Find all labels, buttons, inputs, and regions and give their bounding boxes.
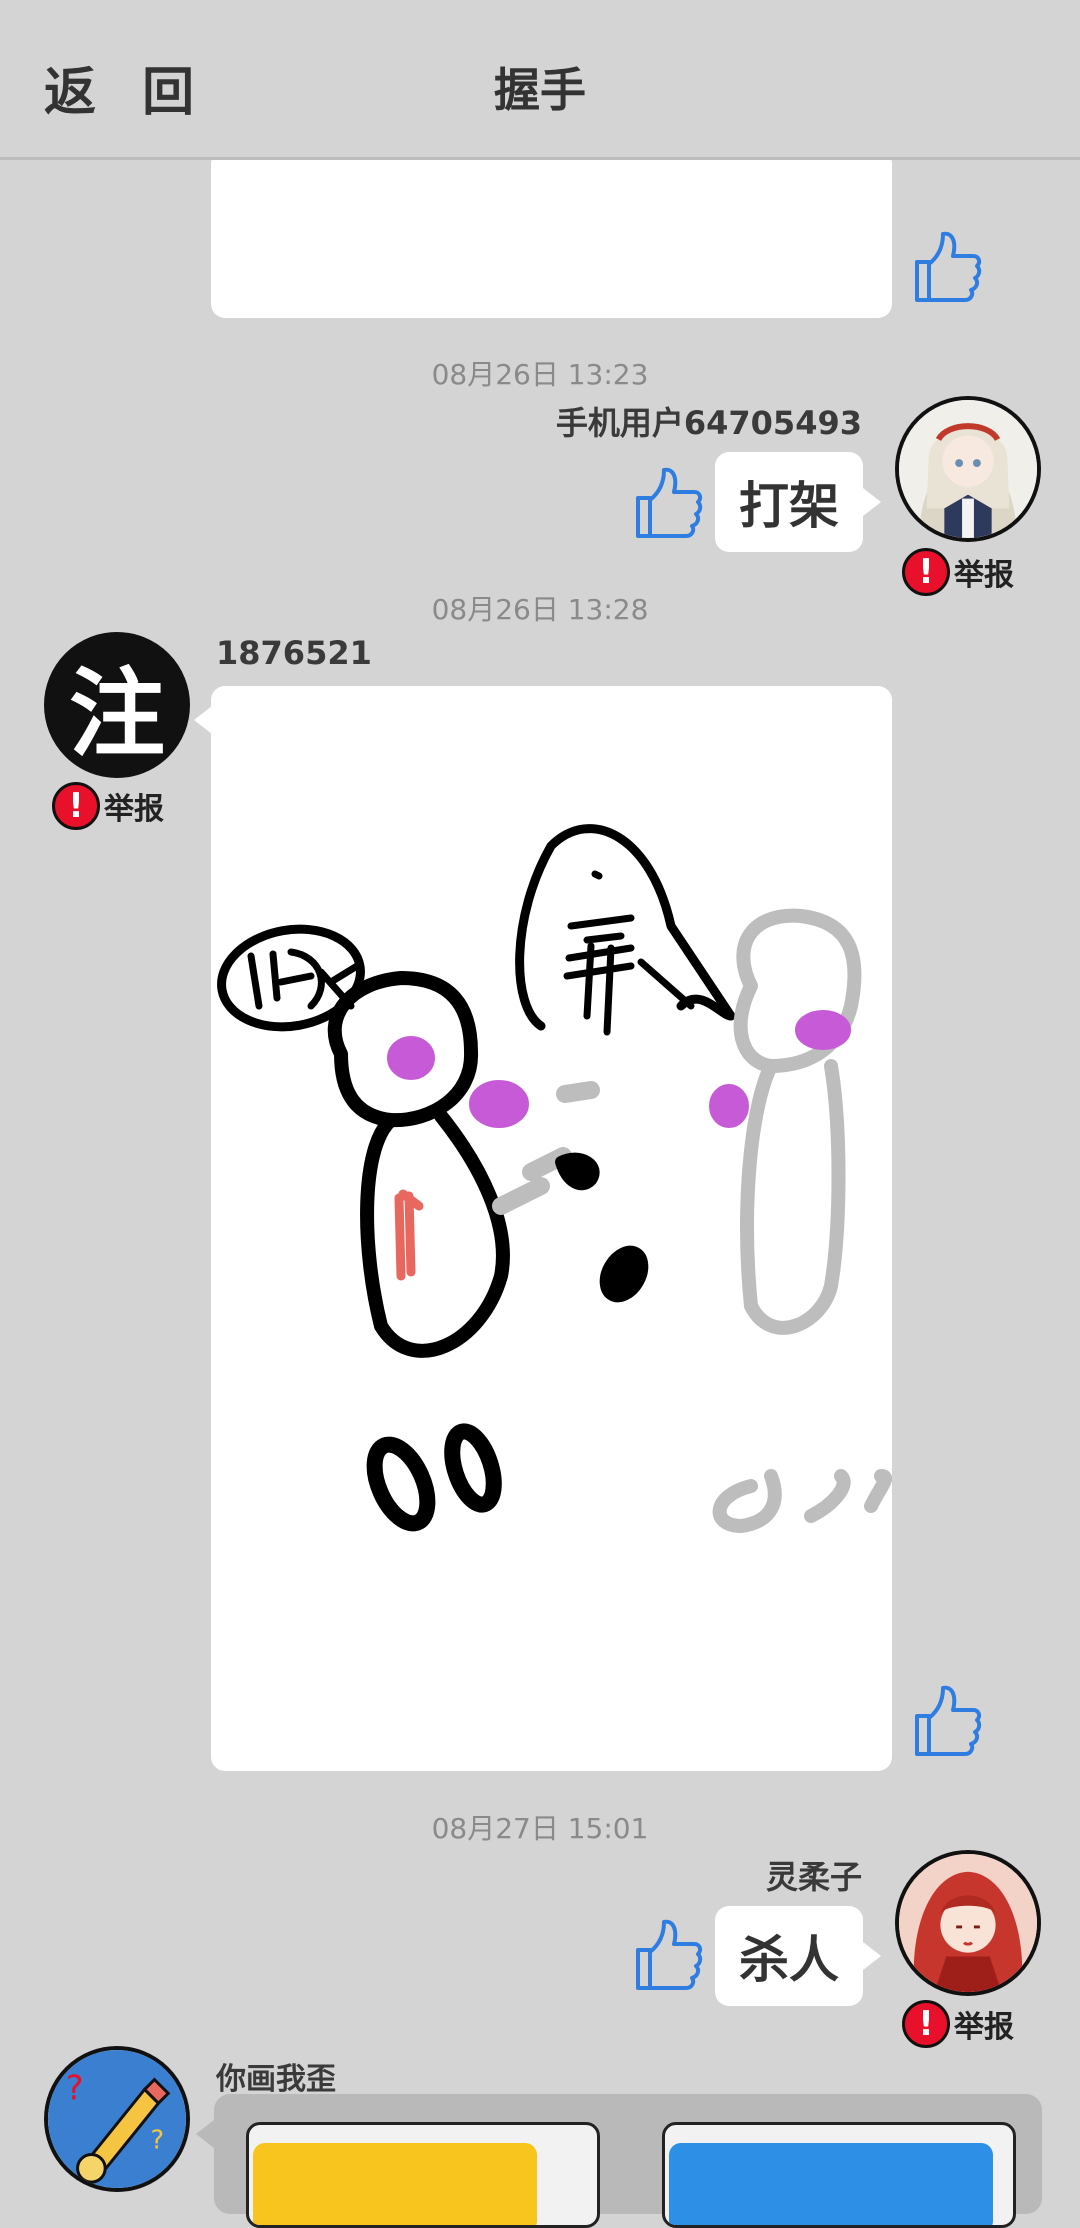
avatar[interactable] [895,1850,1041,1996]
like-button[interactable] [628,462,704,542]
avatar[interactable]: ? ? [44,2046,190,2192]
avatar[interactable]: 注 [44,632,190,778]
report-label: 举报 [104,792,164,827]
game-card[interactable] [214,2094,1042,2228]
bubble-tail [863,1942,881,1970]
like-button[interactable] [907,1680,983,1760]
like-button[interactable] [907,226,983,306]
sender-name: 手机用户64705493 [555,404,862,442]
drawing-card-previous[interactable] [211,150,892,318]
thumbs-up-icon [636,1919,703,1990]
avatar-image: ? ? [48,2050,186,2188]
message-bubble: 打架 [715,452,863,552]
sender-name: 灵柔子 [765,1858,862,1896]
svg-text:?: ? [151,2126,165,2156]
avatar[interactable] [895,396,1041,542]
page-title: 握手 [494,63,586,117]
game-card-option[interactable] [246,2122,600,2228]
svg-text:?: ? [66,2068,84,2107]
avatar-image [899,1854,1037,1992]
option-fill [669,2143,993,2225]
message-timestamp: 08月26日 13:23 [431,358,649,391]
avatar-text: 注 [69,656,165,770]
drawing-card[interactable] [211,686,892,1771]
game-card-option[interactable] [662,2122,1016,2228]
report-label: 举报 [954,2010,1014,2045]
report-button[interactable]: ! 举报 [52,782,164,830]
message-timestamp: 08月27日 15:01 [431,1812,649,1845]
bubble-tail [863,488,881,516]
report-button[interactable]: ! 举报 [902,2000,1014,2048]
thumbs-up-icon [636,467,703,538]
top-bar: 返 回 握手 [0,0,1080,160]
exclamation-icon: ! [52,782,100,830]
message-timestamp: 08月26日 13:28 [431,593,649,626]
message-bubble: 杀人 [715,1906,863,2006]
bubble-tail [194,706,212,734]
exclamation-icon: ! [902,2000,950,2048]
thumbs-up-icon [915,231,982,302]
drawing-image [217,824,892,1533]
option-fill [253,2143,537,2225]
thumbs-up-icon [915,1685,982,1756]
bubble-tail [196,2120,214,2148]
sender-name: 1876521 [216,634,372,672]
sender-name: 你画我歪 [216,2062,336,2097]
avatar-image [899,400,1037,538]
like-button[interactable] [628,1914,704,1994]
